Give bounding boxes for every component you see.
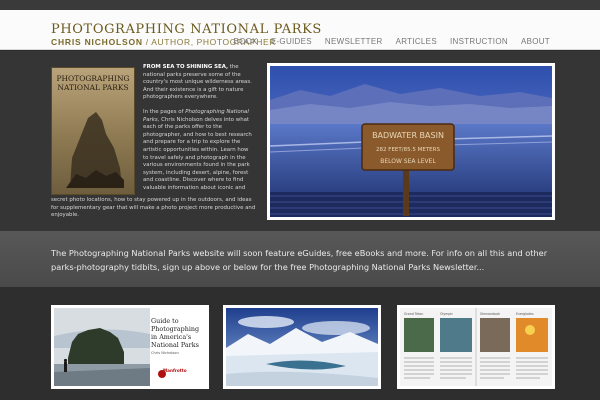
feature-section: PHOTOGRAPHING NATIONAL PARKS BY CHRIS NI… <box>0 51 600 231</box>
book-cover-author: BY CHRIS NICHOLSON <box>71 184 115 188</box>
rock-silhouette-image <box>66 112 124 188</box>
book-cover[interactable]: PHOTOGRAPHING NATIONAL PARKS BY CHRIS NI… <box>51 67 135 195</box>
announcement-band: The Photographing National Parks website… <box>0 231 600 287</box>
nav-book[interactable]: BOOK <box>234 37 258 46</box>
intro-p2-b: Chris Nicholson delves into what each of… <box>143 116 252 191</box>
book-cover-title-line2: NATIONAL PARKS <box>57 83 129 92</box>
nav-e-guides[interactable]: E-GUIDES <box>271 37 312 46</box>
glacier-thumbnail[interactable] <box>223 305 381 389</box>
magazine-spread-thumbnail[interactable]: Grand Teton Olympic Shenandoah Everglade… <box>397 305 555 389</box>
hero-photo[interactable]: BADWATER BASIN 282 FEET/85.5 METERS BELO… <box>267 63 555 220</box>
guide-author: Chris Nicholson <box>151 351 179 355</box>
nav-articles[interactable]: ARTICLES <box>396 37 437 46</box>
guide-thumbnail[interactable]: Guide to Photographing in America's Nati… <box>51 305 209 389</box>
magazine-spread-image: Grand Teton Olympic Shenandoah Everglade… <box>400 308 552 386</box>
sign-line-1: BADWATER BASIN <box>372 131 444 140</box>
top-strip <box>0 0 600 10</box>
intro-text: FROM SEA TO SHINING SEA, the national pa… <box>143 64 255 200</box>
intro-paragraph-1: FROM SEA TO SHINING SEA, the national pa… <box>143 64 255 102</box>
guide-title: Guide to Photographing in America's Nati… <box>151 317 200 349</box>
intro-paragraph-2-continued: secret photo locations, how to stay powe… <box>51 197 256 219</box>
guide-publisher: Manfrotto <box>163 368 187 373</box>
nav-newsletter[interactable]: NEWSLETTER <box>325 37 383 46</box>
nav-instruction[interactable]: INSTRUCTION <box>450 37 508 46</box>
main-nav: BOOK E-GUIDES NEWSLETTER ARTICLES INSTRU… <box>221 37 551 46</box>
sign-line-3: BELOW SEA LEVEL <box>380 158 436 165</box>
site-header: PHOTOGRAPHING NATIONAL PARKS CHRIS NICHO… <box>0 10 600 50</box>
spread-head-3: Shenandoah <box>480 312 500 316</box>
intro-p2-a: In the pages of <box>143 108 186 115</box>
spread-head-1: Grand Teton <box>404 312 423 316</box>
author-name: CHRIS NICHOLSON <box>51 37 143 47</box>
book-cover-title-line1: PHOTOGRAPHING <box>56 74 130 83</box>
spread-head-4: Everglades <box>516 312 534 316</box>
glacier-image <box>226 308 378 386</box>
spread-head-2: Olympic <box>440 312 453 316</box>
intro-paragraph-2: In the pages of Photographing National P… <box>143 109 255 193</box>
intro-lead: FROM SEA TO SHINING SEA, <box>143 64 229 70</box>
announcement-text: The Photographing National Parks website… <box>51 248 548 272</box>
sign-line-2: 282 FEET/85.5 METERS <box>376 147 440 153</box>
thumbnail-section: Guide to Photographing in America's Nati… <box>0 287 600 400</box>
book-cover-title: PHOTOGRAPHING NATIONAL PARKS <box>56 74 130 92</box>
badwater-basin-image: BADWATER BASIN 282 FEET/85.5 METERS BELO… <box>270 66 552 217</box>
nav-about[interactable]: ABOUT <box>521 37 550 46</box>
site-title[interactable]: PHOTOGRAPHING NATIONAL PARKS <box>51 22 322 37</box>
